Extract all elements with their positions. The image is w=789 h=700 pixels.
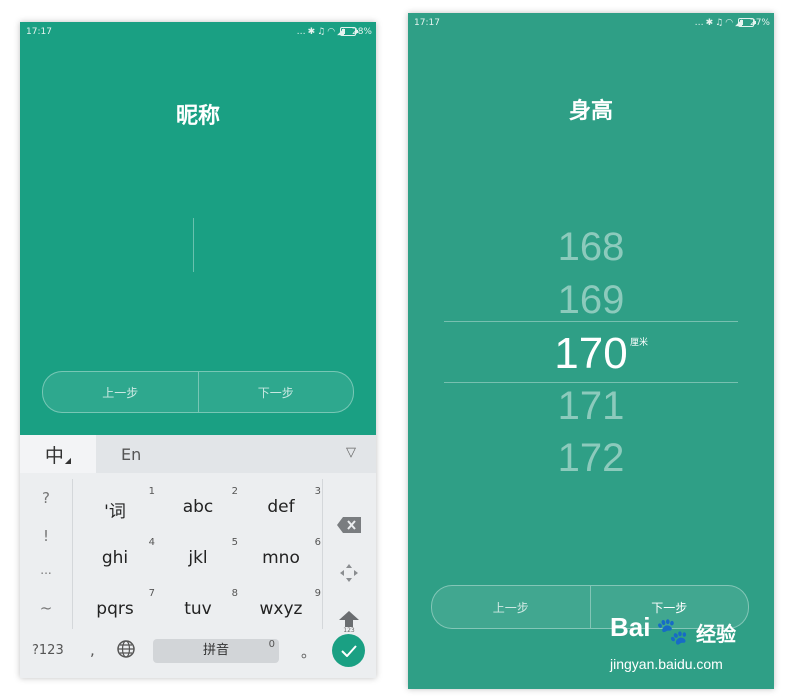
key-number: 9 [314, 588, 321, 599]
battery-percent: 27% [749, 18, 770, 28]
enter-key[interactable] [332, 634, 365, 667]
four-arrows-icon [340, 564, 358, 582]
page-title: 身高 [568, 99, 613, 124]
status-time: 17:17 [414, 18, 440, 28]
key-label: abc [182, 497, 214, 517]
key-number: 8 [231, 588, 238, 599]
chinese-mode-label: 中 [44, 444, 64, 467]
key-2[interactable]: abc 2 [156, 483, 240, 533]
shift-arrow-icon [339, 610, 359, 627]
period-key[interactable]: 。 [301, 641, 316, 662]
nickname-screen: 17:17 …✱♫◠◢ 28% 昵称 上一步 下一步 中◢ En ▽ ? ! .… [20, 22, 376, 678]
key-number: 2 [231, 486, 238, 497]
key-5[interactable]: jkl 5 [156, 534, 240, 584]
next-step-button[interactable]: 下一步 [199, 372, 354, 412]
key-label: jkl [188, 548, 208, 568]
watermark-bai: Bai [610, 612, 651, 642]
status-icons: …✱♫◠◢ [297, 27, 346, 37]
symbol-key-ellipsis[interactable]: ... [20, 563, 72, 577]
key-number: 3 [314, 486, 321, 497]
space-label: 拼音 [202, 643, 229, 658]
key-label: '词 [104, 502, 126, 522]
selection-line-top [444, 321, 738, 322]
wifi-icon: ◠ [327, 27, 338, 37]
english-mode-toggle[interactable]: En [121, 445, 141, 464]
checkmark-icon [340, 644, 357, 657]
key-4[interactable]: ghi 4 [73, 534, 157, 584]
page-title: 昵称 [175, 104, 220, 129]
symbol-key-question[interactable]: ? [20, 489, 72, 507]
symbol-key-tilde[interactable]: ~ [20, 599, 72, 617]
bluetooth-icon: ✱ [307, 27, 318, 37]
baidu-jingyan-watermark: Bai 🐾 经验 jingyan.baidu.com [610, 606, 780, 686]
bluetooth-icon: ✱ [705, 18, 716, 28]
nav-button-group: 上一步 下一步 [42, 371, 354, 413]
battery-fill [342, 29, 346, 34]
key-label: ghi [101, 548, 129, 568]
picker-selected-value[interactable]: 170 [408, 329, 774, 379]
key-number: 6 [314, 537, 321, 548]
picker-option[interactable]: 171 [408, 384, 774, 429]
battery-percent: 28% [351, 27, 372, 37]
picker-option[interactable]: 168 [408, 225, 774, 270]
height-screen: 17:17 …✱♫◠◢ 27% 身高 168 169 170 厘米 171 17… [408, 13, 774, 689]
mute-icon: ♫ [715, 18, 726, 28]
key-label: mno [262, 548, 300, 568]
watermark-url: jingyan.baidu.com [610, 656, 723, 672]
key-7[interactable]: pqrs 7 [73, 585, 157, 635]
status-bar: 17:17 …✱♫◠◢ 27% [408, 13, 774, 33]
watermark-jingyan: 经验 [696, 624, 736, 646]
key-label: def [267, 497, 295, 517]
text-cursor[interactable] [193, 218, 194, 272]
key-number: 4 [148, 537, 155, 548]
key-9[interactable]: wxyz 9 [239, 585, 323, 635]
corner-triangle-icon: ◢ [64, 455, 72, 465]
key-6[interactable]: mno 6 [239, 534, 323, 584]
status-time: 17:17 [26, 27, 52, 37]
shift-sub-label: 123 [343, 626, 355, 634]
numeric-switch-key[interactable]: ?123 [32, 643, 64, 658]
keyboard-toolbar: 中 ◢ En ▽ [20, 435, 376, 473]
chinese-mode-toggle[interactable]: 中 ◢ [20, 435, 96, 473]
more-icon: … [296, 27, 308, 37]
more-icon: … [694, 18, 706, 28]
selection-line-bottom [444, 382, 738, 383]
key-number: 7 [148, 588, 155, 599]
key-label: tuv [184, 599, 212, 619]
backspace-icon [337, 517, 361, 533]
unit-label: 厘米 [630, 338, 649, 348]
key-3[interactable]: def 3 [239, 483, 323, 533]
shift-key[interactable]: 123 [334, 607, 364, 637]
battery-fill [740, 20, 744, 25]
key-number: 5 [231, 537, 238, 548]
key-number: 0 [268, 639, 275, 650]
prev-step-button[interactable]: 上一步 [432, 586, 591, 628]
language-globe-key[interactable] [116, 639, 136, 663]
symbol-key-exclamation[interactable]: ! [20, 527, 72, 545]
keyboard: 中 ◢ En ▽ ? ! ... ~ '词 1 abc 2 def 3 ghi 4 jkl… [20, 435, 376, 678]
paw-icon: 🐾 [656, 616, 689, 646]
key-number: 1 [148, 486, 155, 497]
key-1[interactable]: '词 1 [73, 483, 157, 533]
wifi-icon: ◠ [725, 18, 736, 28]
key-8[interactable]: tuv 8 [156, 585, 240, 635]
prev-step-button[interactable]: 上一步 [43, 372, 199, 412]
backspace-key[interactable] [334, 510, 364, 540]
comma-key[interactable]: , [90, 641, 95, 659]
picker-option[interactable]: 169 [408, 278, 774, 323]
collapse-keyboard-icon[interactable]: ▽ [346, 445, 356, 460]
mute-icon: ♫ [317, 27, 328, 37]
cursor-move-key[interactable] [334, 558, 364, 588]
picker-option[interactable]: 172 [408, 436, 774, 481]
space-key[interactable]: 拼音 0 [153, 639, 279, 663]
globe-icon [117, 640, 135, 658]
key-label: pqrs [96, 599, 134, 619]
status-icons: …✱♫◠◢ [695, 18, 744, 28]
key-label: wxyz [259, 599, 303, 619]
status-bar: 17:17 …✱♫◠◢ 28% [20, 22, 376, 42]
